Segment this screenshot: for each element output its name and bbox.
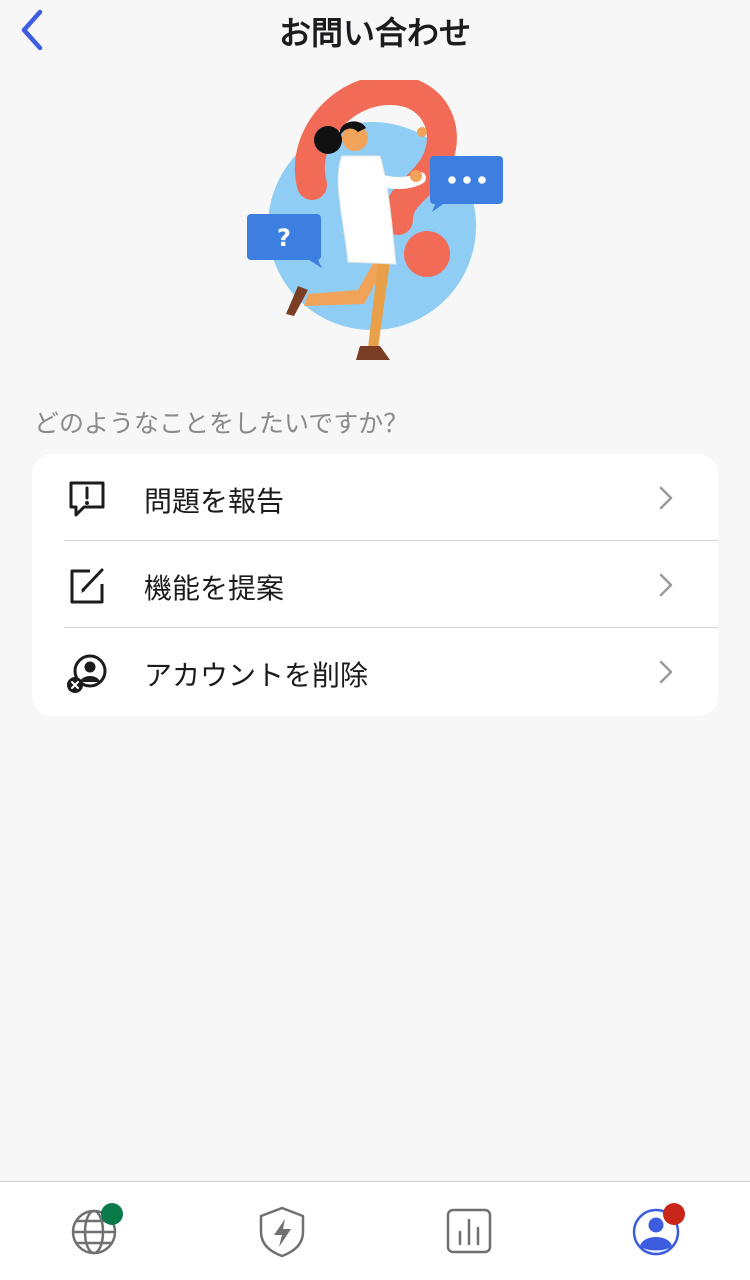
notification-badge <box>663 1203 685 1225</box>
exclamation-speech-bubble-icon <box>69 481 105 517</box>
page-title: お問い合わせ <box>278 14 471 52</box>
svg-text:?: ? <box>277 224 291 252</box>
remove-user-icon <box>67 654 107 693</box>
delete-account-item[interactable]: アカウントを削除 <box>32 628 718 714</box>
report-problem-label: 問題を報告 <box>144 485 285 518</box>
chevron-right-icon <box>659 486 673 510</box>
bar-chart-icon <box>446 1208 492 1254</box>
shield-bolt-icon <box>259 1206 305 1258</box>
tab-globe[interactable] <box>64 1200 124 1260</box>
tab-stats[interactable] <box>439 1200 499 1260</box>
tab-bar <box>0 1181 750 1280</box>
navigation-bar: お問い合わせ <box>0 0 750 60</box>
support-illustration: ? <box>247 80 503 360</box>
chevron-right-icon <box>659 660 673 684</box>
tab-security[interactable] <box>252 1200 312 1260</box>
suggest-feature-item[interactable]: 機能を提案 <box>32 541 718 627</box>
chevron-right-icon <box>659 573 673 597</box>
delete-account-label: アカウントを削除 <box>144 659 369 692</box>
suggest-feature-label: 機能を提案 <box>144 572 285 605</box>
tab-profile[interactable] <box>626 1200 686 1260</box>
report-problem-item[interactable]: 問題を報告 <box>32 454 718 540</box>
contact-options-list: 問題を報告 機能を提案 アカウントを削除 <box>32 454 718 716</box>
section-prompt: どのようなことをしたいですか？ <box>34 409 409 438</box>
edit-square-icon <box>70 568 104 604</box>
notification-badge <box>101 1203 123 1225</box>
